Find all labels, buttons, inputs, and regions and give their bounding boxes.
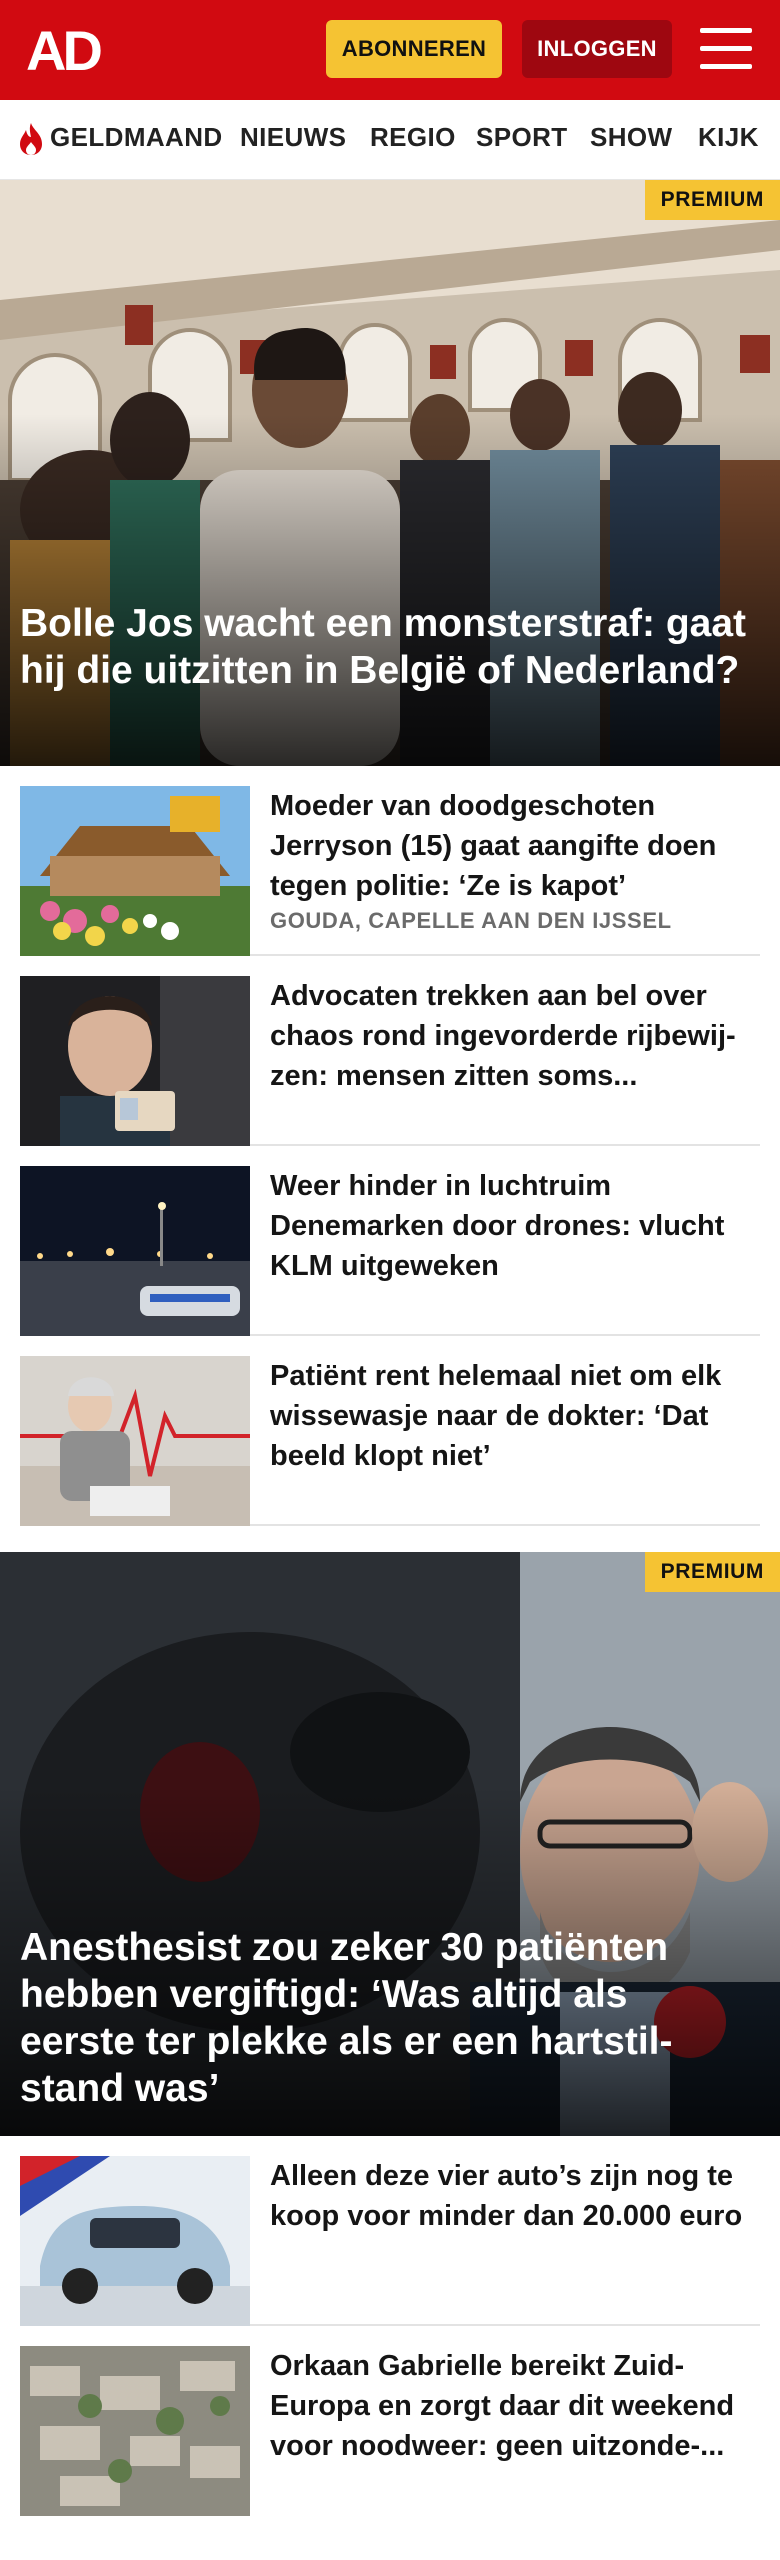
article-title[interactable]: Advocaten trekken aan bel over chaos ron… xyxy=(270,976,750,1096)
hero-title[interactable]: Bolle Jos wacht een monsterstraf: gaat h… xyxy=(20,600,750,694)
nav-item-nieuws[interactable]: NIEUWS xyxy=(240,122,346,153)
nav-item-sport[interactable]: SPORT xyxy=(476,122,568,153)
article-title[interactable]: Weer hinder in luchtruim Denemarken door… xyxy=(270,1166,750,1286)
hero-article-2[interactable]: PREMIUM Anesthesist zou zeker 30 patiënt… xyxy=(0,1552,780,2136)
list-item[interactable]: Advocaten trekken aan bel over chaos ron… xyxy=(20,956,760,1146)
list-item[interactable]: Weer hinder in luchtruim Denemarken door… xyxy=(20,1146,760,1336)
subscribe-button[interactable]: ABONNEREN xyxy=(326,20,502,78)
premium-badge: PREMIUM xyxy=(644,180,780,220)
article-thumbnail xyxy=(20,2346,250,2516)
top-bar: AD ABONNEREN INLOGGEN xyxy=(0,0,780,100)
nav-item-show[interactable]: SHOW xyxy=(590,122,672,153)
hero-gradient xyxy=(0,414,780,766)
article-thumbnail xyxy=(20,786,250,956)
article-thumbnail xyxy=(20,1166,250,1336)
hamburger-menu-icon[interactable] xyxy=(700,26,752,72)
login-button[interactable]: INLOGGEN xyxy=(522,20,672,78)
article-title[interactable]: Orkaan Gabrielle bereikt Zuid-Europa en … xyxy=(270,2346,750,2466)
article-thumbnail xyxy=(20,1356,250,1526)
article-location: GOUDA, CAPELLE AAN DEN IJSSEL xyxy=(270,908,672,933)
premium-badge: PREMIUM xyxy=(644,1552,780,1592)
article-thumbnail xyxy=(20,2156,250,2326)
ad-logo[interactable]: AD xyxy=(26,24,118,76)
list-item[interactable]: Moeder van doodgeschoten Jerryson (15) g… xyxy=(20,766,760,956)
article-thumbnail xyxy=(20,976,250,1146)
nav-item-regio[interactable]: REGIO xyxy=(370,122,456,153)
hero-title[interactable]: Anesthesist zou zeker 30 patiënten hebbe… xyxy=(20,1924,750,2112)
article-title[interactable]: Moeder van doodgeschoten Jerryson (15) g… xyxy=(270,786,750,906)
hero-article-1[interactable]: PREMIUM Bolle Jos wacht een monsterstraf… xyxy=(0,180,780,766)
nav-item-geldmaand[interactable]: GELDMAAND xyxy=(50,122,223,153)
article-title[interactable]: Patiënt rent helemaal niet om elk wissew… xyxy=(270,1356,750,1476)
logo-text: AD xyxy=(26,24,101,76)
list-item[interactable]: Alleen deze vier auto’s zijn nog te koop… xyxy=(20,2136,760,2326)
flame-icon xyxy=(20,123,42,155)
section-nav: GELDMAAND NIEUWS REGIO SPORT SHOW KIJK xyxy=(0,100,780,180)
list-item[interactable]: Patiënt rent helemaal niet om elk wissew… xyxy=(20,1336,760,1526)
nav-item-kijk[interactable]: KIJK xyxy=(698,122,759,153)
list-item[interactable]: Orkaan Gabrielle bereikt Zuid-Europa en … xyxy=(20,2326,760,2516)
article-title[interactable]: Alleen deze vier auto’s zijn nog te koop… xyxy=(270,2156,750,2236)
